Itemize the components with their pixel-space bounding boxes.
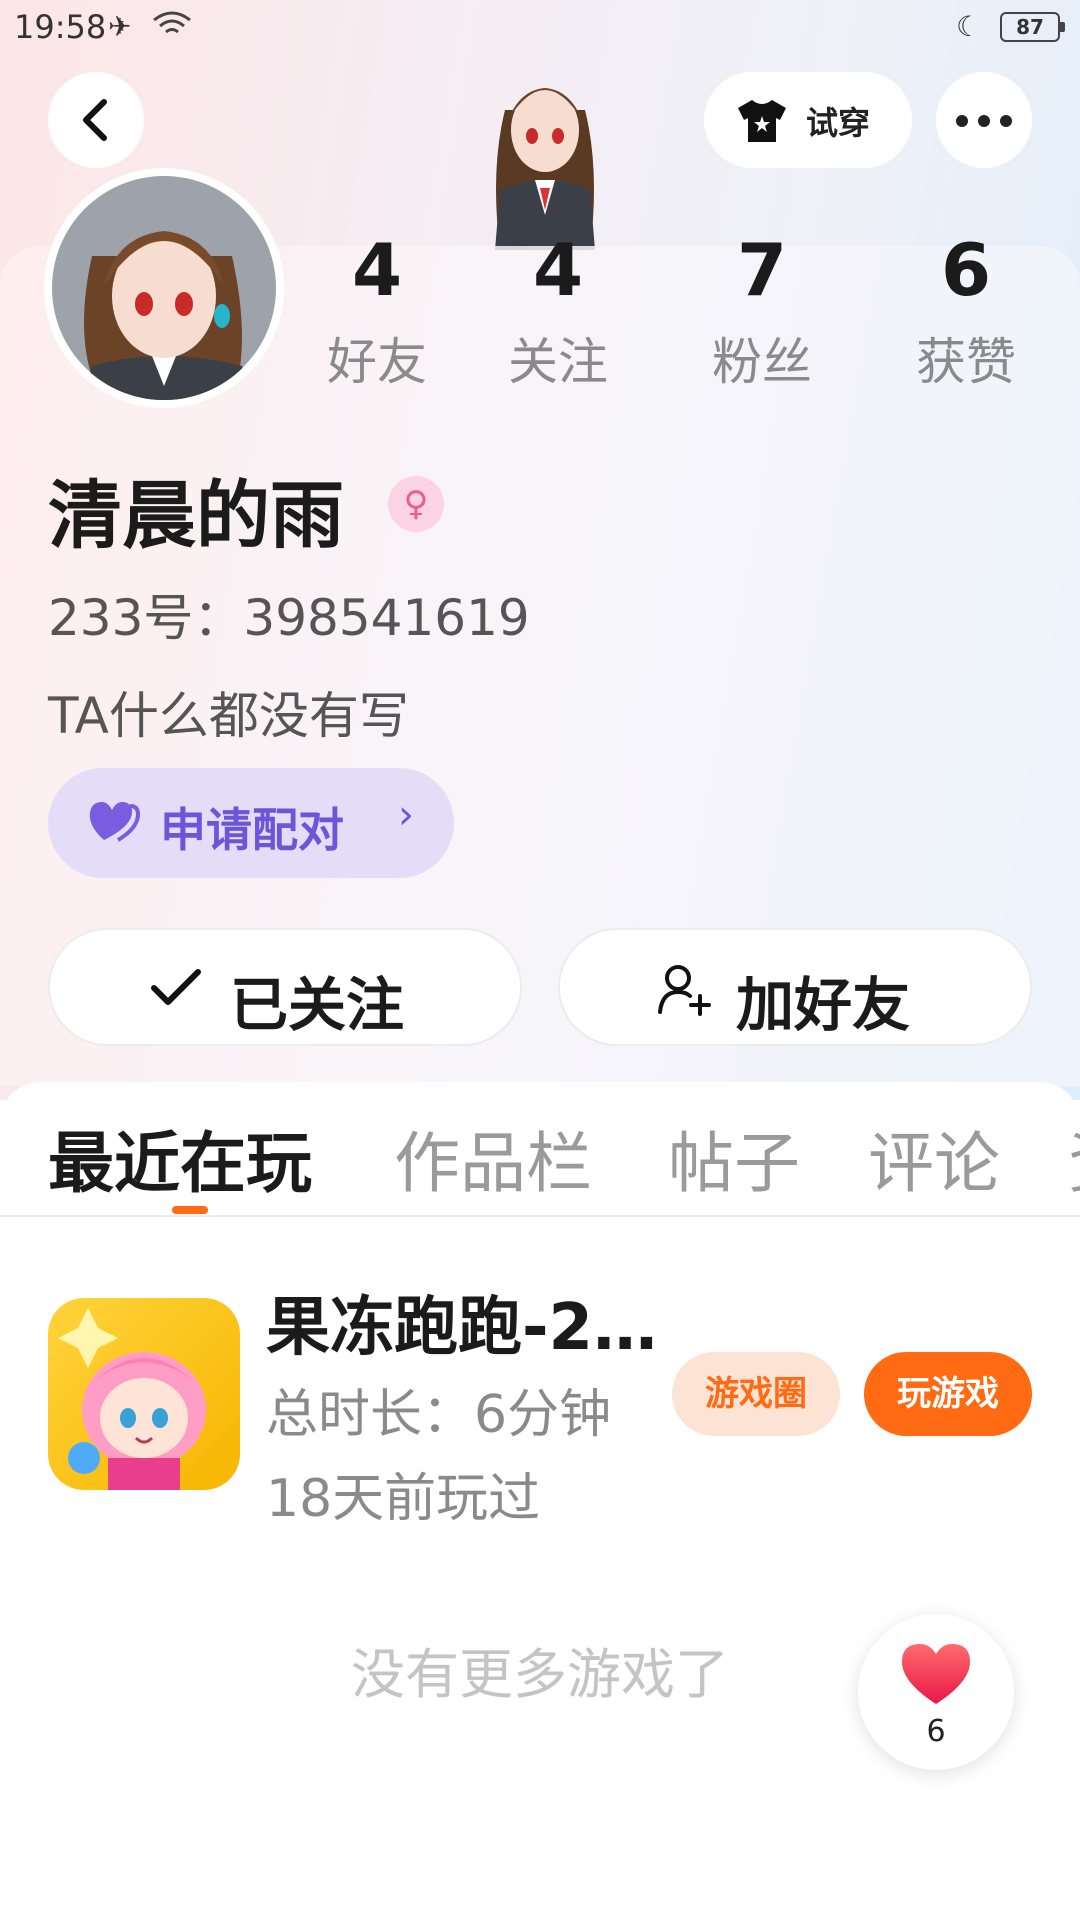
double-heart-icon <box>89 802 140 842</box>
more-dot-icon <box>1000 115 1012 127</box>
tab-works[interactable]: 作品栏 <box>394 1110 592 1206</box>
tshirt-icon <box>738 100 786 142</box>
game-icon[interactable] <box>48 1298 240 1490</box>
add-friend-button[interactable]: 加好友 <box>558 928 1032 1046</box>
chevron-left-icon <box>83 99 107 141</box>
tab-comments[interactable]: 评论 <box>868 1110 1000 1206</box>
stat-likes-count: 6 <box>940 228 992 312</box>
stat-following[interactable]: 4 关注 <box>488 230 628 394</box>
heart-icon <box>902 1644 970 1704</box>
airplane-icon: ✈ <box>108 10 132 43</box>
tab-posts[interactable]: 帖子 <box>668 1110 800 1206</box>
stat-likes-label: 获赞 <box>916 333 1016 391</box>
game-title[interactable]: 果冻跑跑-2… <box>266 1276 657 1368</box>
avatar[interactable] <box>44 168 284 408</box>
moon-icon: ☾ <box>956 10 982 43</box>
more-dot-icon <box>956 115 968 127</box>
apply-pair-button[interactable]: 申请配对 › <box>48 768 454 878</box>
more-dot-icon <box>978 115 990 127</box>
tab-overflow[interactable]: 资 <box>1068 1110 1080 1206</box>
more-options-button[interactable] <box>936 72 1032 168</box>
followed-label: 已关注 <box>230 971 405 1039</box>
check-icon <box>151 969 201 1005</box>
add-user-icon <box>658 965 711 1016</box>
back-button[interactable] <box>48 72 144 168</box>
wifi-icon <box>152 10 192 47</box>
try-on-button[interactable]: 试穿 <box>704 72 912 168</box>
stat-fans-count: 7 <box>736 228 788 312</box>
stat-likes[interactable]: 6 获赞 <box>896 230 1036 394</box>
nickname: 清晨的雨 <box>48 473 344 559</box>
battery-indicator: 87 <box>1000 12 1065 42</box>
add-friend-label: 加好友 <box>736 971 911 1039</box>
tab-recently-played[interactable]: 最近在玩 <box>48 1110 312 1206</box>
stat-fans[interactable]: 7 粉丝 <box>692 230 832 394</box>
followed-button[interactable]: 已关注 <box>48 928 522 1046</box>
status-bar: 19:58 ✈ ☾ 87 <box>0 0 1080 56</box>
stat-friends[interactable]: 4 好友 <box>307 230 447 394</box>
stat-following-count: 4 <box>532 228 584 312</box>
game-circle-button[interactable]: 游戏圈 <box>672 1352 840 1436</box>
stat-following-label: 关注 <box>508 333 608 391</box>
stat-friends-count: 4 <box>351 228 403 312</box>
apply-pair-label: 申请配对 <box>160 803 344 857</box>
game-last-played: 18天前玩过 <box>266 1469 541 1529</box>
stat-fans-label: 粉丝 <box>712 333 812 391</box>
avatar-figure[interactable] <box>470 50 620 250</box>
stat-friends-label: 好友 <box>327 333 427 391</box>
like-count: 6 <box>926 1714 946 1749</box>
female-icon: ♀ <box>388 476 444 532</box>
like-button[interactable]: 6 <box>858 1614 1014 1770</box>
chevron-right-icon: › <box>398 792 414 838</box>
play-game-button[interactable]: 玩游戏 <box>864 1352 1032 1436</box>
try-on-label: 试穿 <box>806 104 871 142</box>
game-total-time: 总时长：6分钟 <box>266 1385 612 1445</box>
tab-indicator <box>172 1206 208 1214</box>
tabs-divider <box>0 1215 1080 1217</box>
bio-text: TA什么都没有写 <box>48 687 409 745</box>
status-time: 19:58 <box>14 8 107 46</box>
user-id: 233号：398541619 <box>48 589 530 647</box>
